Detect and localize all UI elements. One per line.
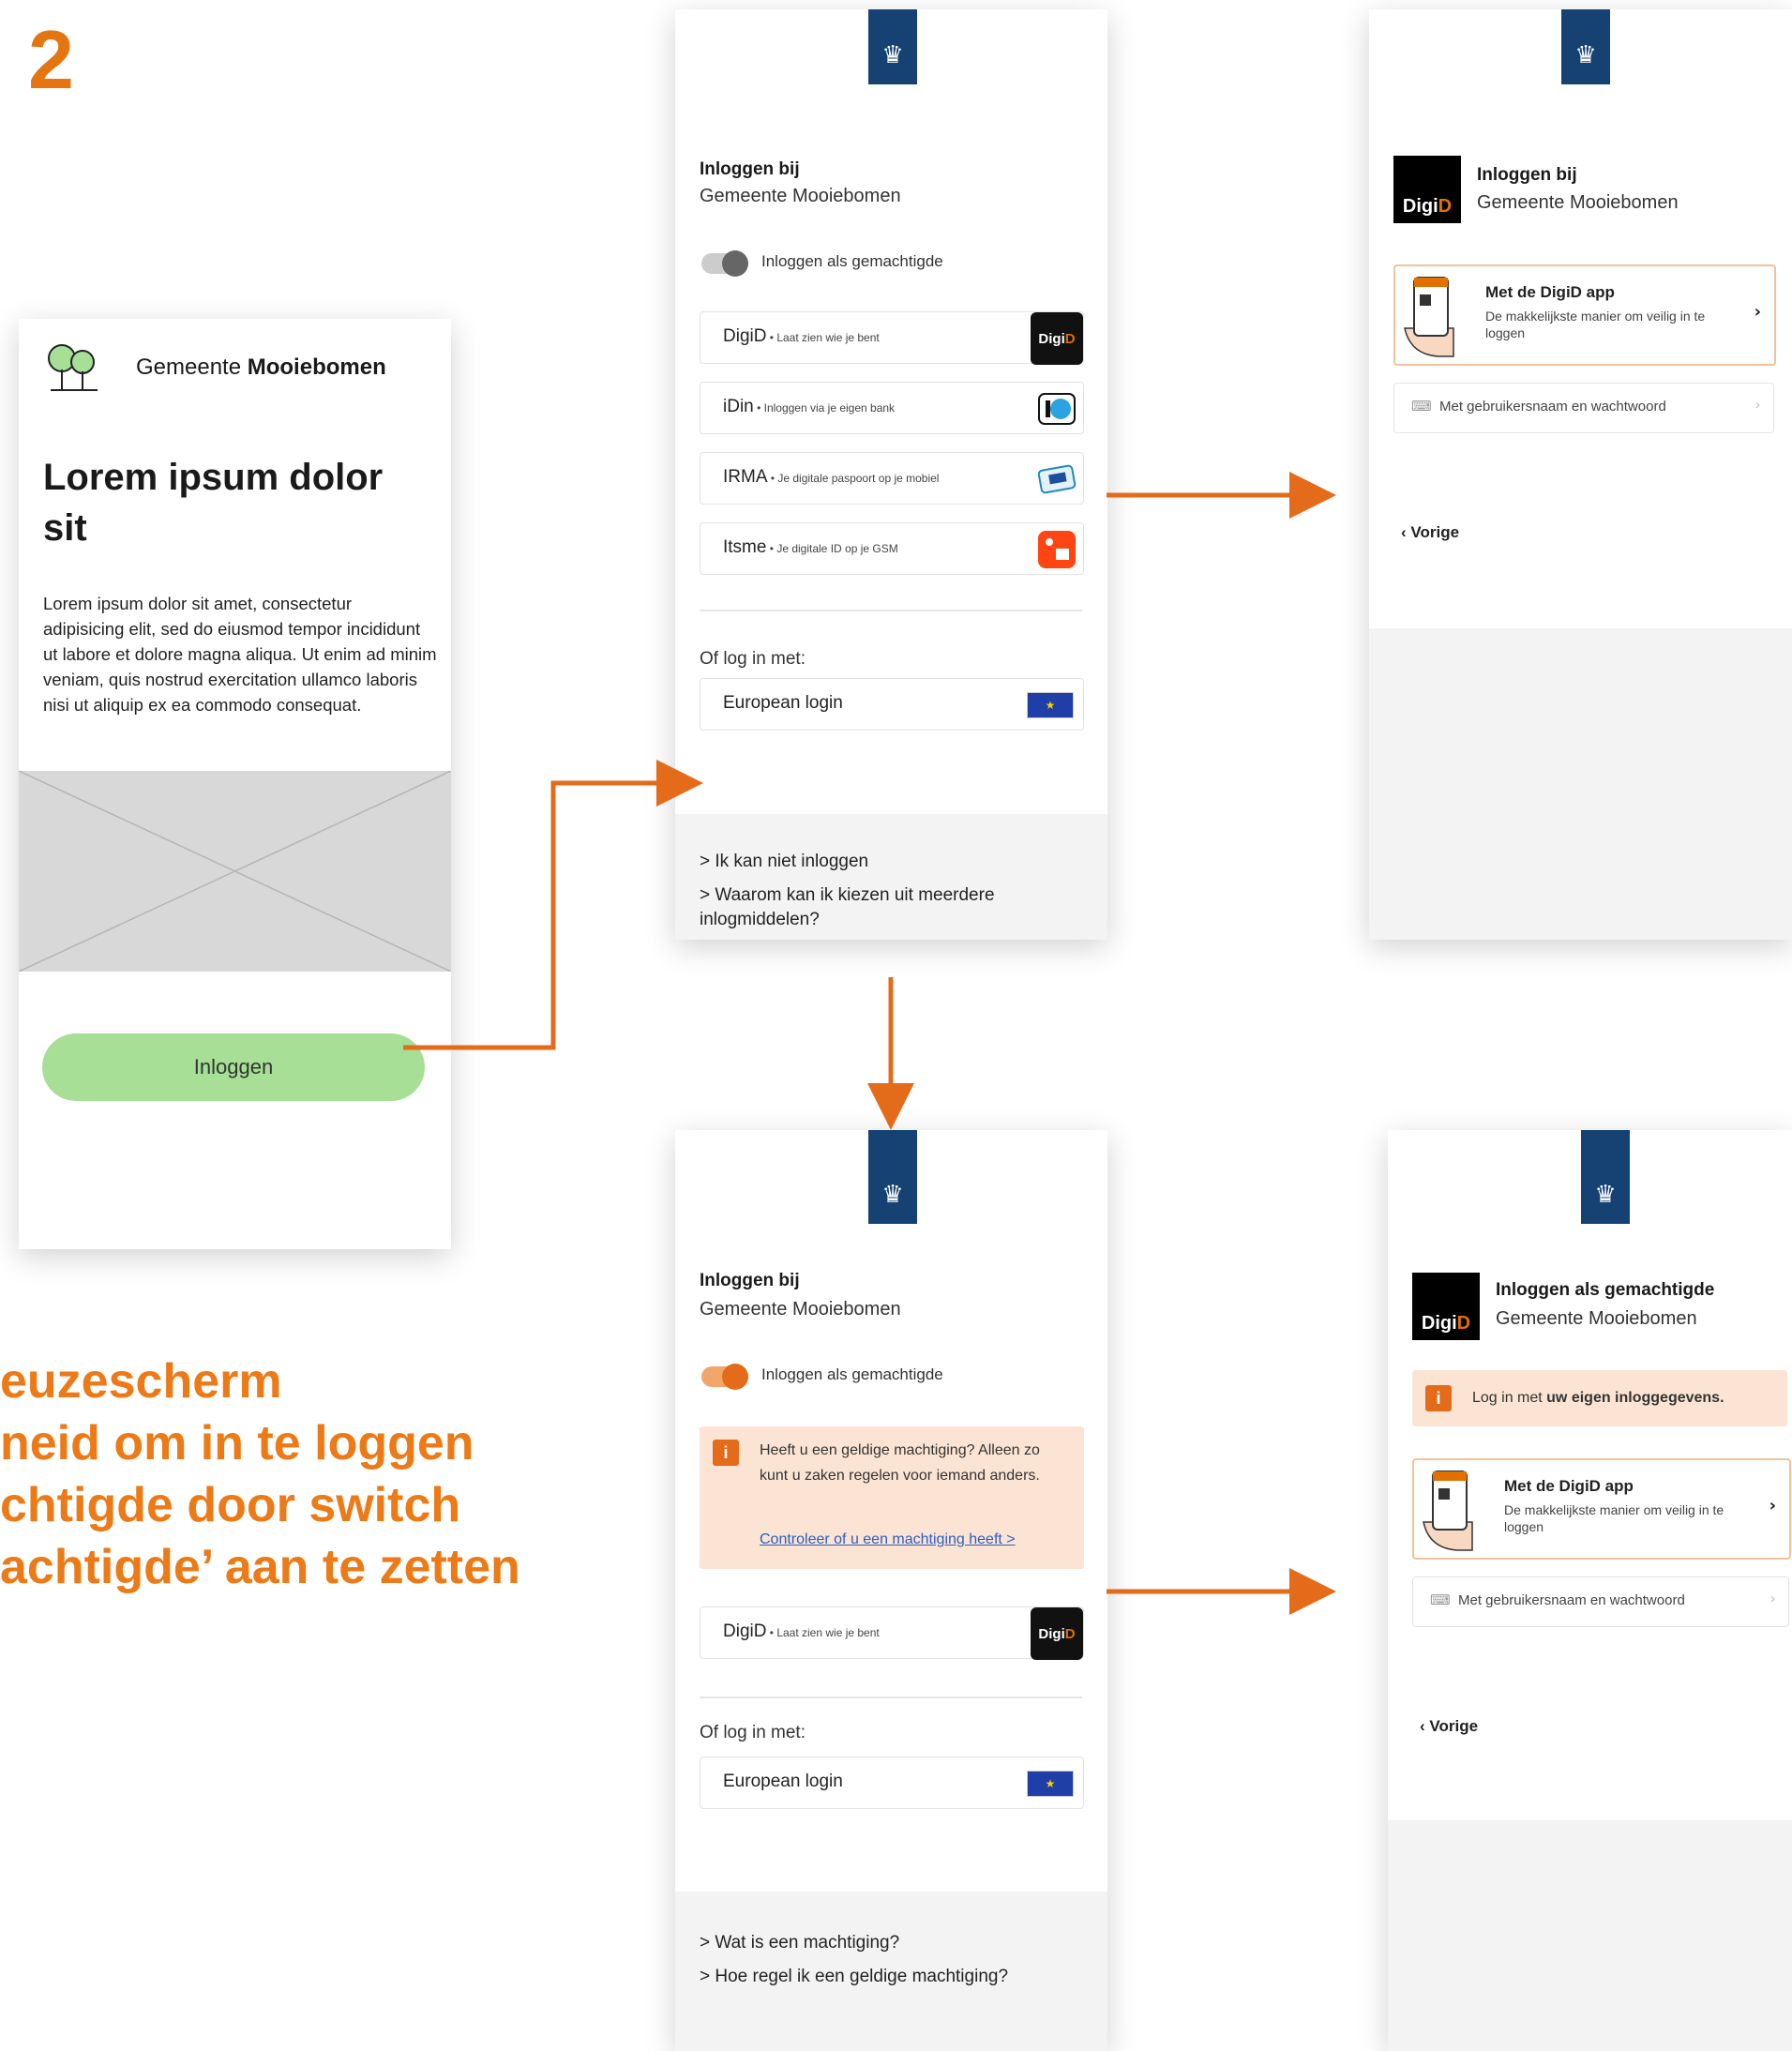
- help-footer: > Wat is een machtiging? > Hoe regel ik …: [675, 1892, 1107, 2051]
- caption-line-4: achtigde’ aan te zetten: [0, 1540, 520, 1594]
- option-irma[interactable]: IRMA • Je digitale paspoort op je mobiel: [700, 452, 1084, 505]
- login-choice-delegate-screen: ♛ Inloggen bij Gemeente Mooiebomen Inlog…: [675, 1130, 1107, 2051]
- login-button[interactable]: Inloggen: [42, 1033, 425, 1101]
- digid-delegate-screen: ♛ Digi D Inloggen als gemachtigde Gemeent…: [1388, 1130, 1792, 2051]
- info-icon: i: [1425, 1385, 1452, 1411]
- crest-icon: ♛: [1574, 41, 1597, 69]
- screen-subtitle: Gemeente Mooiebomen: [700, 1299, 901, 1320]
- chevron-right-icon: ›: [1769, 1496, 1776, 1516]
- or-login-label: Of log in met:: [700, 1723, 806, 1742]
- option-username-password[interactable]: ⌨ Met gebruikersnaam en wachtwoord ›: [1412, 1576, 1789, 1627]
- delegate-toggle-label: Inloggen als gemachtigde: [761, 252, 943, 270]
- screen-footer: [1388, 1820, 1792, 2051]
- caption-line-1: euzescherm: [0, 1354, 282, 1409]
- help-link-cannot-login[interactable]: > Ik kan niet inloggen: [700, 850, 868, 874]
- page-body-text: Lorem ipsum dolor sit amet, consectetur …: [43, 594, 437, 715]
- password-option-label: Met gebruikersnaam en wachtwoord: [1458, 1592, 1685, 1608]
- digid-badge: Digi D: [1393, 156, 1461, 223]
- option-itsme[interactable]: Itsme • Je digitale ID op je GSM: [700, 522, 1084, 575]
- itsme-logo-icon: [1031, 523, 1083, 576]
- digid-logo-icon: Digi D: [1031, 1607, 1083, 1660]
- delegate-toggle[interactable]: [701, 250, 748, 277]
- irma-logo-icon: [1031, 453, 1083, 505]
- caption-line-2: neid om in te loggen: [0, 1416, 474, 1470]
- option-european-login[interactable]: European login ★: [700, 678, 1084, 731]
- help-link-why-choose[interactable]: > Waarom kan ik kiezen uit meerdere inlo…: [700, 883, 1075, 932]
- step-number: 2: [28, 13, 74, 106]
- eu-flag-icon: ★: [1027, 1771, 1074, 1797]
- option-digid[interactable]: DigiD • Laat zien wie je bent Digi D: [700, 311, 1084, 365]
- alert-text: Log in met uw eigen inloggegevens.: [1472, 1390, 1724, 1406]
- own-credentials-alert: i Log in met uw eigen inloggegevens.: [1412, 1370, 1787, 1426]
- option-european-login[interactable]: European login ★: [700, 1757, 1084, 1809]
- delegate-toggle[interactable]: [701, 1364, 748, 1390]
- back-link[interactable]: ‹ Vorige: [1401, 523, 1459, 542]
- screen-title: Inloggen als gemachtigde: [1496, 1280, 1715, 1300]
- screen-subtitle: Gemeente Mooiebomen: [1496, 1308, 1697, 1329]
- idin-logo-icon: [1031, 383, 1083, 435]
- app-option-title: Met de DigiD app: [1504, 1477, 1634, 1495]
- app-option-subtitle: De makkelijkste manier om veilig in te l…: [1485, 309, 1706, 340]
- help-footer: > Ik kan niet inloggen > Waarom kan ik k…: [675, 814, 1107, 940]
- option-digid-app[interactable]: Met de DigiD app De makkelijkste manier …: [1393, 264, 1776, 366]
- screen-title: Inloggen bij: [700, 159, 800, 179]
- check-authorization-link[interactable]: Controleer of u een machtiging heeft >: [760, 1531, 1016, 1548]
- chevron-right-icon: ›: [1770, 1591, 1775, 1606]
- option-username-password[interactable]: ⌨ Met gebruikersnaam en wachtwoord ›: [1393, 383, 1774, 433]
- image-placeholder: [19, 771, 451, 972]
- help-link-how-to-arrange[interactable]: > Hoe regel ik een geldige machtiging?: [700, 1965, 1008, 1989]
- screen-title: Inloggen bij: [1477, 165, 1577, 185]
- help-link-what-is-authorization[interactable]: > Wat is een machtiging?: [700, 1931, 899, 1955]
- crest-logo: ♛: [868, 9, 917, 84]
- option-digid-app[interactable]: Met de DigiD app De makkelijkste manier …: [1412, 1458, 1791, 1560]
- back-link[interactable]: ‹ Vorige: [1420, 1717, 1478, 1736]
- step-caption: euzescherm neid om in te loggen chtigde …: [0, 1350, 520, 1598]
- crest-icon: ♛: [881, 1181, 904, 1209]
- eu-flag-icon: ★: [1027, 692, 1074, 718]
- site-screen: Gemeente Mooiebomen Lorem ipsum dolor si…: [19, 319, 451, 1249]
- digid-logo-icon: Digi D: [1031, 312, 1083, 365]
- delegate-toggle-label: Inloggen als gemachtigde: [761, 1365, 943, 1383]
- trees-icon: [41, 336, 103, 398]
- chevron-right-icon: ›: [1755, 397, 1760, 413]
- digid-screen: ♛ Digi D Inloggen bij Gemeente Mooiebomen…: [1369, 9, 1792, 940]
- phone-hand-icon: [1420, 1466, 1478, 1556]
- crest-icon: ♛: [881, 41, 904, 69]
- crest-icon: ♛: [1594, 1181, 1617, 1209]
- info-icon: i: [713, 1440, 739, 1466]
- password-option-label: Met gebruikersnaam en wachtwoord: [1439, 399, 1666, 415]
- keyboard-icon: ⌨: [1430, 1592, 1451, 1608]
- alert-text: Heeft u een geldige machtiging? Alleen z…: [760, 1442, 1040, 1484]
- options-divider: [700, 610, 1082, 611]
- crest-logo: ♛: [868, 1130, 917, 1224]
- app-option-title: Met de DigiD app: [1485, 283, 1615, 301]
- screen-title: Inloggen bij: [700, 1271, 800, 1290]
- crest-logo: ♛: [1561, 9, 1610, 84]
- screen-subtitle: Gemeente Mooiebomen: [1477, 192, 1679, 213]
- screen-subtitle: Gemeente Mooiebomen: [700, 186, 901, 206]
- crest-logo: ♛: [1581, 1130, 1630, 1224]
- caption-line-3: chtigde door switch: [0, 1478, 461, 1532]
- site-title: Gemeente Mooiebomen: [136, 354, 386, 380]
- keyboard-icon: ⌨: [1411, 399, 1432, 415]
- page-heading: Lorem ipsum dolor sit: [43, 457, 384, 549]
- options-divider: [700, 1697, 1082, 1698]
- option-idin[interactable]: iDin • Inloggen via je eigen bank: [700, 382, 1084, 434]
- or-login-label: Of log in met:: [700, 649, 806, 669]
- option-digid[interactable]: DigiD • Laat zien wie je bent Digi D: [700, 1606, 1084, 1660]
- screen-footer: [1369, 628, 1792, 940]
- digid-badge: Digi D: [1412, 1273, 1480, 1340]
- delegate-info-alert: i Heeft u een geldige machtiging? Alleen…: [700, 1426, 1084, 1569]
- chevron-right-icon: ›: [1754, 302, 1761, 322]
- app-option-subtitle: De makkelijkste manier om veilig in te l…: [1504, 1502, 1724, 1534]
- login-choice-screen: ♛ Inloggen bij Gemeente Mooiebomen Inlog…: [675, 9, 1107, 940]
- phone-hand-icon: [1401, 272, 1459, 362]
